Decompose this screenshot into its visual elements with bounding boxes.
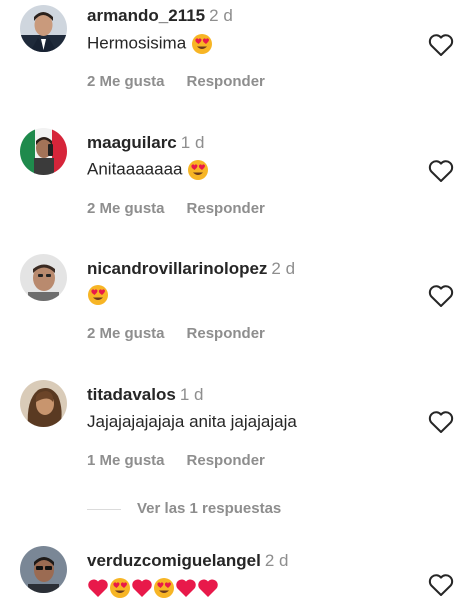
likes-count[interactable]: 1 Me gusta [87,452,165,469]
like-heart-icon[interactable] [428,284,454,308]
comment-body: Jajajajajajaja anita jajajajaja [87,412,297,431]
reply-button[interactable]: Responder [187,73,265,90]
like-heart-icon[interactable] [428,410,454,434]
comment-meta: 2 Me gusta Responder [87,73,265,90]
timestamp[interactable]: 2 d [209,6,233,25]
reply-button[interactable]: Responder [187,325,265,342]
comment-body: Anitaaaaaaa [87,159,183,179]
avatar[interactable] [20,254,67,301]
comment-body: Hermosisima [87,33,187,53]
timestamp[interactable]: 2 d [265,551,289,570]
heart-eyes-icon [187,159,209,181]
comment-meta: 2 Me gusta Responder [87,325,265,342]
heart-eyes-icon [153,577,175,599]
timestamp[interactable]: 1 d [180,385,204,404]
avatar[interactable] [20,546,67,593]
red-heart-icon [131,578,153,598]
comment-header: maaguilarc 1 d [87,133,204,153]
replies-divider [87,508,121,510]
heart-eyes-icon [109,577,131,599]
username[interactable]: nicandrovillarinolopez [87,259,267,278]
comment-header: armando_2115 2 d [87,6,233,26]
comment-emojis [87,577,219,599]
avatar[interactable] [20,5,67,52]
likes-count[interactable]: 2 Me gusta [87,200,165,217]
comment-header: verduzcomiguelangel 2 d [87,551,288,571]
like-heart-icon[interactable] [428,573,454,597]
timestamp[interactable]: 1 d [181,133,205,152]
username[interactable]: verduzcomiguelangel [87,551,261,570]
heart-eyes-icon [191,33,213,55]
comment-header: titadavalos 1 d [87,385,203,405]
view-replies-button[interactable]: Ver las 1 respuestas [87,500,281,520]
view-replies-label[interactable]: Ver las 1 respuestas [137,500,281,517]
timestamp[interactable]: 2 d [271,259,295,278]
likes-count[interactable]: 2 Me gusta [87,325,165,342]
like-heart-icon[interactable] [428,159,454,183]
red-heart-icon [175,578,197,598]
likes-count[interactable]: 2 Me gusta [87,73,165,90]
comment-meta: 2 Me gusta Responder [87,200,265,217]
avatar[interactable] [20,128,67,175]
username[interactable]: titadavalos [87,385,176,404]
like-heart-icon[interactable] [428,33,454,57]
username[interactable]: maaguilarc [87,133,177,152]
comment-text: Jajajajajajaja anita jajajajaja [87,412,297,432]
heart-eyes-icon [87,284,109,306]
red-heart-icon [197,578,219,598]
comment-meta: 1 Me gusta Responder [87,452,265,469]
comment-text: Hermosisima [87,33,213,55]
comment-text [87,284,109,306]
red-heart-icon [87,578,109,598]
reply-button[interactable]: Responder [187,200,265,217]
comment-text: Anitaaaaaaa [87,159,209,181]
avatar[interactable] [20,380,67,427]
username[interactable]: armando_2115 [87,6,205,25]
comment-header: nicandrovillarinolopez 2 d [87,259,295,279]
reply-button[interactable]: Responder [187,452,265,469]
